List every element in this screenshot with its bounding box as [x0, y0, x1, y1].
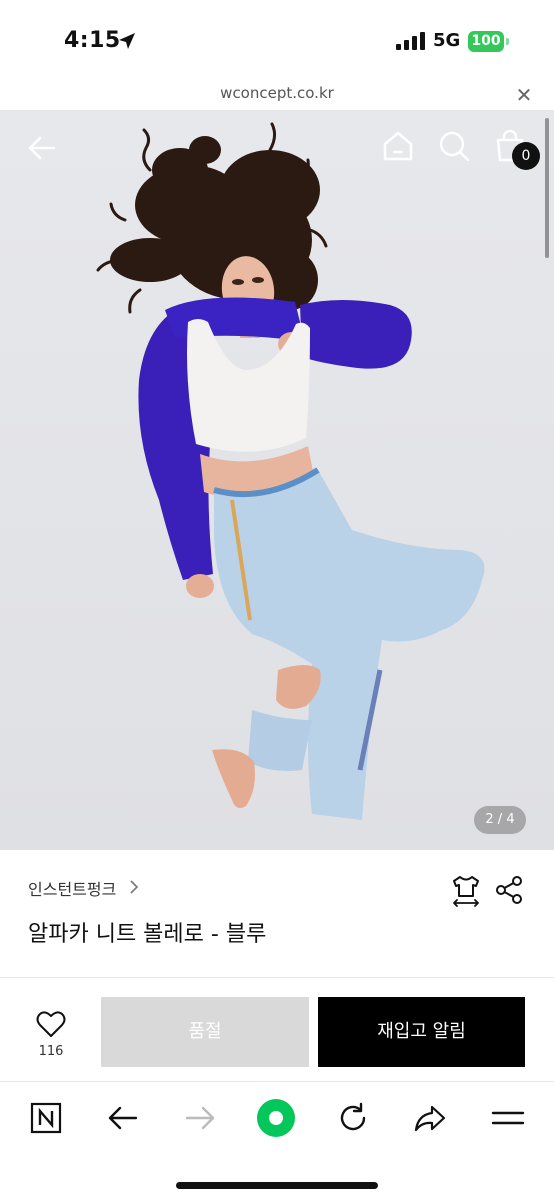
search-icon[interactable]: [436, 128, 472, 164]
share-icon[interactable]: [494, 875, 524, 905]
home-indicator[interactable]: [176, 1182, 378, 1189]
brand-link[interactable]: 인스턴트펑크: [28, 876, 116, 900]
forward-arrow-icon[interactable]: [180, 1098, 220, 1138]
back-arrow-icon[interactable]: [103, 1098, 143, 1138]
restock-notify-button[interactable]: 재입고 알림: [318, 997, 525, 1067]
purchase-bar: 116 품절 재입고 알림: [0, 978, 554, 1082]
close-icon[interactable]: ✕: [512, 84, 536, 106]
status-bar: 4:15 5G 100: [0, 0, 554, 80]
product-photo: [96, 122, 485, 820]
home-icon[interactable]: [380, 128, 416, 164]
back-arrow-icon[interactable]: [24, 130, 60, 166]
scrollbar[interactable]: [545, 118, 549, 258]
soldout-button: 품절: [101, 997, 309, 1067]
cart-count-badge: 0: [512, 142, 540, 170]
battery-tip: [506, 38, 509, 45]
url-text[interactable]: wconcept.co.kr: [0, 84, 554, 102]
like-button[interactable]: 116: [24, 1008, 78, 1064]
heart-icon[interactable]: [36, 1010, 66, 1038]
share-arrow-icon[interactable]: [410, 1098, 450, 1138]
product-title: 알파카 니트 볼레로 - 블루: [28, 922, 267, 947]
image-counter: 2 / 4: [474, 806, 526, 834]
like-count: 116: [38, 1044, 64, 1059]
battery-indicator: 100: [468, 31, 504, 52]
cellular-signal-icon: [396, 32, 425, 50]
chevron-right-icon[interactable]: [128, 879, 140, 895]
product-info: 인스턴트펑크 알파카 니트 볼레로 - 블루: [0, 850, 554, 978]
url-bar[interactable]: wconcept.co.kr ✕: [0, 80, 554, 110]
status-time: 4:15: [64, 28, 121, 53]
naver-green-dot-icon[interactable]: [256, 1098, 296, 1138]
naver-n-icon[interactable]: [26, 1098, 66, 1138]
product-image-carousel[interactable]: 0 2 / 4: [0, 110, 554, 850]
location-arrow-icon: [119, 33, 135, 49]
menu-icon[interactable]: [488, 1098, 528, 1138]
network-type: 5G: [433, 30, 461, 51]
browser-toolbar: [0, 1082, 554, 1200]
refresh-icon[interactable]: [333, 1098, 373, 1138]
size-guide-icon[interactable]: [450, 874, 482, 908]
